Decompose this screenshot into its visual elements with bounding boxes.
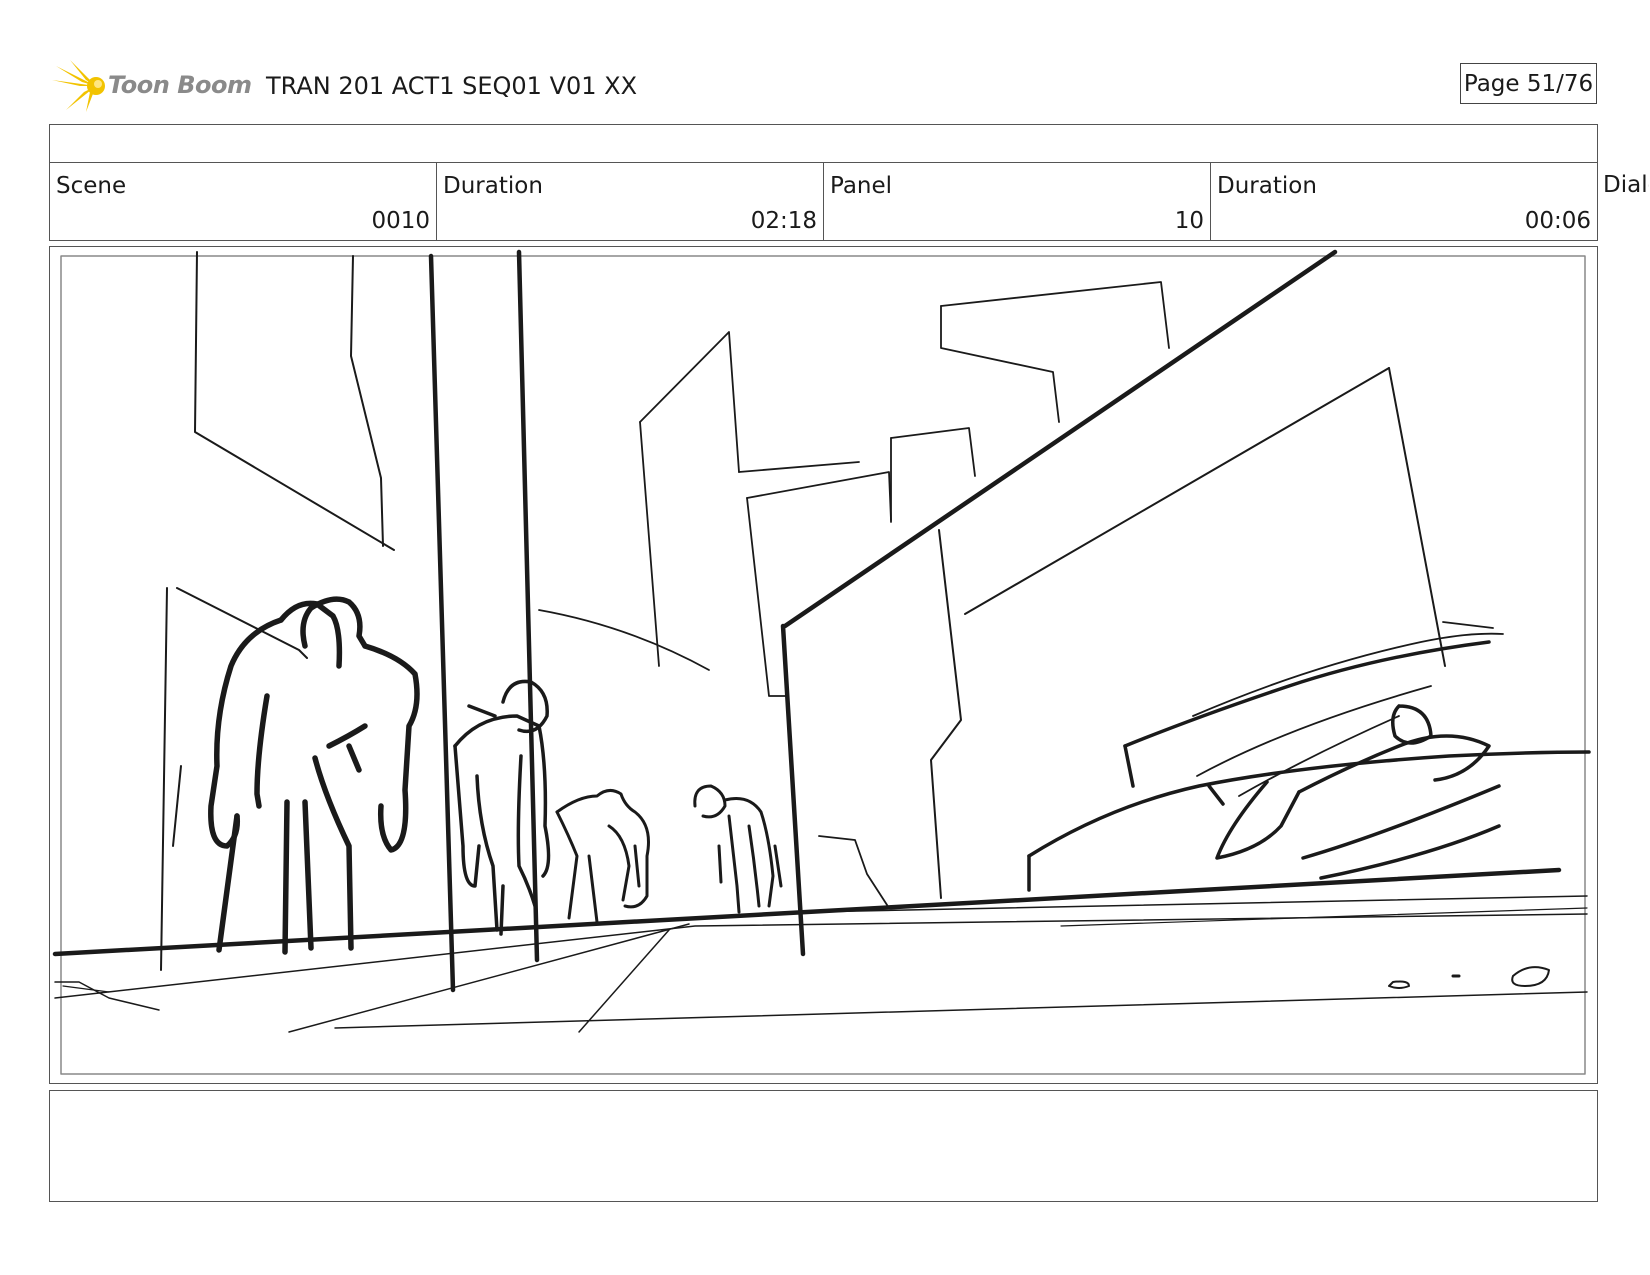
panel-label: Panel <box>830 173 893 199</box>
scene-label: Scene <box>56 173 127 199</box>
page-indicator: Page 51/76 <box>1460 63 1597 104</box>
panel-duration-value: 00:06 <box>1524 208 1591 234</box>
scene-duration-value: 02:18 <box>750 208 817 234</box>
panel-duration-cell: Duration 00:06 <box>1210 162 1598 241</box>
page-label: Page 51/76 <box>1463 70 1594 97</box>
hero-figure-sketch <box>208 596 420 955</box>
scene-value: 0010 <box>371 208 430 234</box>
scene-duration-cell: Duration 02:18 <box>436 162 824 241</box>
panel-notes-box <box>49 1090 1598 1202</box>
background-buildings-sketch <box>538 281 1170 909</box>
storyboard-sketch <box>52 249 1591 1075</box>
toon-boom-logo: Toon Boom <box>52 58 252 114</box>
zombie-figure-sketch-3 <box>693 784 783 914</box>
header-strip <box>49 124 1598 163</box>
logo-wordmark: Toon Boom <box>108 71 252 99</box>
toon-boom-starburst-icon <box>52 60 105 112</box>
dialog-label: Dialog <box>1603 172 1649 198</box>
poles-sketch <box>428 249 806 993</box>
right-building-sketch <box>782 249 1338 629</box>
panel-duration-label: Duration <box>1217 173 1317 199</box>
scene-duration-label: Duration <box>443 173 543 199</box>
panel-info-row: Scene 0010 Duration 02:18 Panel 10 Durat… <box>49 162 1650 241</box>
document-title: TRAN 201 ACT1 SEQ01 V01 XX <box>266 72 638 100</box>
panel-cell: Panel 10 <box>823 162 1211 241</box>
scene-cell: Scene 0010 <box>49 162 437 241</box>
wrecked-car-sketch <box>1027 640 1591 892</box>
zombie-figure-sketch-2 <box>555 789 650 924</box>
panel-value: 10 <box>1174 208 1204 234</box>
